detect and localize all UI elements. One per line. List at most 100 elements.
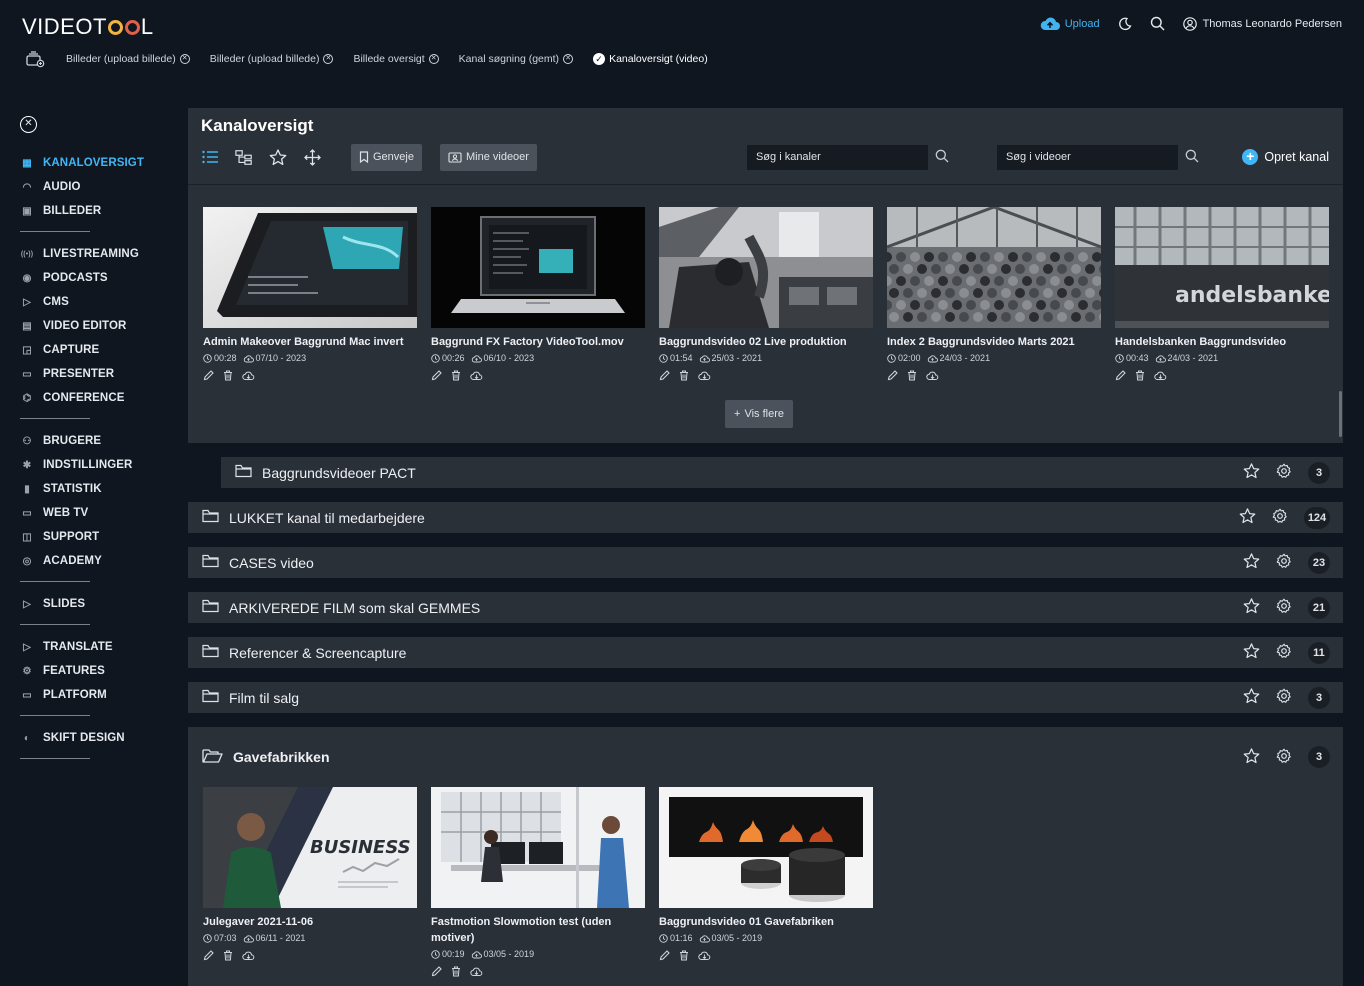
sidebar-item-indstillinger[interactable]: ✱ INDSTILLINGER xyxy=(20,453,170,477)
tree-view-icon[interactable] xyxy=(235,148,253,166)
tab-close-icon[interactable]: ✕ xyxy=(428,54,439,64)
video-title[interactable]: Handelsbanken Baggrundsvideo xyxy=(1115,334,1329,350)
sidebar-item-features[interactable]: ⚙ FEATURES xyxy=(20,659,170,683)
create-channel-button[interactable]: + Opret kanal xyxy=(1242,149,1329,165)
video-card[interactable]: Index 2 Baggrundsvideo Marts 2021 02:00 24… xyxy=(887,207,1101,381)
trash-icon[interactable] xyxy=(679,370,689,381)
sidebar-item-slides[interactable]: ▷ SLIDES xyxy=(20,592,170,616)
star-icon[interactable] xyxy=(1243,463,1260,482)
search-icon[interactable] xyxy=(1150,16,1165,31)
video-thumbnail[interactable]: andelsbanken xyxy=(1115,207,1329,328)
folder-row[interactable]: CASES video 23 xyxy=(188,547,1343,578)
sidebar-item-brugere[interactable]: ⚇ BRUGERE xyxy=(20,429,170,453)
sidebar-item-livestreaming[interactable]: ((•)) LIVESTREAMING xyxy=(20,242,170,266)
upload-button[interactable]: Upload xyxy=(1040,17,1100,31)
sidebar-item-skift-design[interactable]: ◐ SKIFT DESIGN xyxy=(20,726,170,750)
star-icon[interactable] xyxy=(1243,598,1260,617)
download-icon[interactable] xyxy=(470,370,483,381)
pencil-icon[interactable] xyxy=(431,370,442,381)
video-thumbnail[interactable] xyxy=(659,207,873,328)
sidebar-item-support[interactable]: ◫ SUPPORT xyxy=(20,525,170,549)
download-icon[interactable] xyxy=(1154,370,1167,381)
trash-icon[interactable] xyxy=(451,966,461,977)
pencil-icon[interactable] xyxy=(203,370,214,381)
video-title[interactable]: Baggrundsvideo 02 Live produktion xyxy=(659,334,873,350)
video-card[interactable]: BUSINESS Julegaver 2021-11-06 07:03 06/11 -… xyxy=(203,787,417,977)
download-icon[interactable] xyxy=(698,370,711,381)
sidebar-item-billeder[interactable]: ▣ BILLEDER xyxy=(20,199,170,223)
pencil-icon[interactable] xyxy=(431,966,442,977)
star-icon[interactable] xyxy=(1243,553,1260,572)
trash-icon[interactable] xyxy=(451,370,461,381)
sidebar-item-capture[interactable]: ◲ CAPTURE xyxy=(20,338,170,362)
folder-row[interactable]: LUKKET kanal til medarbejdere 124 xyxy=(188,502,1343,533)
trash-icon[interactable] xyxy=(223,370,233,381)
pencil-icon[interactable] xyxy=(887,370,898,381)
video-thumbnail[interactable]: BUSINESS xyxy=(203,787,417,908)
download-icon[interactable] xyxy=(698,950,711,961)
star-icon[interactable] xyxy=(269,148,287,166)
video-title[interactable]: Baggrund FX Factory VideoTool.mov xyxy=(431,334,645,350)
gear-icon[interactable] xyxy=(1272,508,1288,527)
video-title[interactable]: Julegaver 2021-11-06 xyxy=(203,914,417,930)
video-title[interactable]: Index 2 Baggrundsvideo Marts 2021 xyxy=(887,334,1101,350)
tab-close-icon[interactable]: ✕ xyxy=(179,54,190,64)
sidebar-item-statistik[interactable]: ▮ STATISTIK xyxy=(20,477,170,501)
download-icon[interactable] xyxy=(470,966,483,977)
search-icon[interactable] xyxy=(1185,149,1201,166)
sidebar-item-platform[interactable]: ▭ PLATFORM xyxy=(20,683,170,707)
tab-kanaloversigt-video[interactable]: ✓ Kanaloversigt (video) xyxy=(593,53,708,65)
video-thumbnail[interactable] xyxy=(431,787,645,908)
gear-icon[interactable] xyxy=(1276,598,1292,617)
folder-row[interactable]: Film til salg 3 xyxy=(188,682,1343,713)
app-logo[interactable]: VIDEOT L xyxy=(22,14,154,40)
video-title[interactable]: Admin Makeover Baggrund Mac invert xyxy=(203,334,417,350)
pencil-icon[interactable] xyxy=(203,950,214,961)
tabs-stack-icon[interactable] xyxy=(24,50,46,68)
star-icon[interactable] xyxy=(1243,747,1260,767)
trash-icon[interactable] xyxy=(679,950,689,961)
tab-kanal-soegning[interactable]: Kanal søgning (gemt) ✕ xyxy=(459,53,574,65)
sidebar-item-cms[interactable]: ▷ CMS xyxy=(20,290,170,314)
pencil-icon[interactable] xyxy=(1115,370,1126,381)
video-title[interactable]: Fastmotion Slowmotion test (uden motiver… xyxy=(431,914,645,946)
sidebar-item-presenter[interactable]: ▭ PRESENTER xyxy=(20,362,170,386)
show-more-button[interactable]: + Vis flere xyxy=(725,400,793,428)
trash-icon[interactable] xyxy=(907,370,917,381)
close-sidebar-icon[interactable]: ✕ xyxy=(20,116,37,133)
user-menu[interactable]: Thomas Leonardo Pedersen xyxy=(1182,16,1342,31)
search-icon[interactable] xyxy=(935,149,951,166)
shortcuts-button[interactable]: Genveje xyxy=(351,143,422,171)
folder-row[interactable]: Referencer & Screencapture 11 xyxy=(188,637,1343,668)
gear-icon[interactable] xyxy=(1276,553,1292,572)
download-icon[interactable] xyxy=(242,370,255,381)
list-view-icon[interactable] xyxy=(201,148,219,166)
dark-mode-moon-icon[interactable] xyxy=(1118,17,1132,31)
video-thumbnail[interactable] xyxy=(203,207,417,328)
video-card[interactable]: Fastmotion Slowmotion test (uden motiver… xyxy=(431,787,645,977)
sidebar-item-conference[interactable]: ⌬ CONFERENCE xyxy=(20,386,170,410)
sidebar-item-video-editor[interactable]: ▤ VIDEO EDITOR xyxy=(20,314,170,338)
video-card[interactable]: andelsbanken Handelsbanken Baggrundsvideo… xyxy=(1115,207,1329,381)
video-thumbnail[interactable] xyxy=(887,207,1101,328)
video-thumbnail[interactable] xyxy=(659,787,873,908)
trash-icon[interactable] xyxy=(1135,370,1145,381)
download-icon[interactable] xyxy=(926,370,939,381)
folder-row[interactable]: ARKIVEREDE FILM som skal GEMMES 21 xyxy=(188,592,1343,623)
sidebar-item-audio[interactable]: ◠ AUDIO xyxy=(20,175,170,199)
star-icon[interactable] xyxy=(1239,508,1256,527)
gear-icon[interactable] xyxy=(1276,463,1292,482)
sidebar-item-translate[interactable]: ▷ TRANSLATE xyxy=(20,635,170,659)
trash-icon[interactable] xyxy=(223,950,233,961)
tab-close-icon[interactable]: ✕ xyxy=(323,54,334,64)
video-card[interactable]: Baggrund FX Factory VideoTool.mov 00:26 06… xyxy=(431,207,645,381)
gear-icon[interactable] xyxy=(1276,643,1292,662)
pencil-icon[interactable] xyxy=(659,950,670,961)
tab-billeder-upload-1[interactable]: Billeder (upload billede) ✕ xyxy=(66,53,190,65)
sidebar-item-podcasts[interactable]: ◉ PODCASTS xyxy=(20,266,170,290)
tab-close-icon[interactable]: ✕ xyxy=(563,54,574,64)
star-icon[interactable] xyxy=(1243,688,1260,707)
sidebar-item-web-tv[interactable]: ▭ WEB TV xyxy=(20,501,170,525)
video-title[interactable]: Baggrundsvideo 01 Gavefabriken xyxy=(659,914,873,930)
video-thumbnail[interactable] xyxy=(431,207,645,328)
